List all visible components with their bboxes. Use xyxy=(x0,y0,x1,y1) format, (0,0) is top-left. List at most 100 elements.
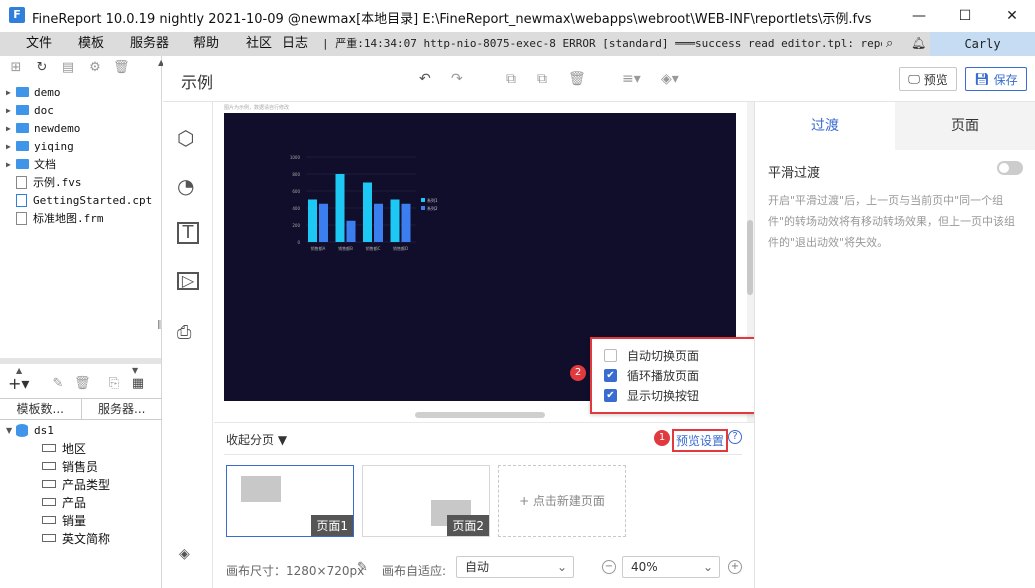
bell-icon[interactable]: 🔔︎ xyxy=(911,36,926,50)
option-loop-play[interactable]: ✔ 循环播放页面 xyxy=(604,366,699,384)
template-icon[interactable]: ▤ xyxy=(60,60,76,76)
zoom-select[interactable]: 40% ⌄ xyxy=(622,556,720,578)
option-show-switch-button[interactable]: ✔ 显示切换按钮 xyxy=(604,386,699,404)
tab-transition[interactable]: 过渡 xyxy=(755,102,895,150)
menu-log[interactable]: 日志 xyxy=(282,32,308,56)
layer-icon[interactable]: ◈▾ xyxy=(661,71,679,87)
inbox-icon[interactable]: ⎙ xyxy=(177,322,191,343)
field-label: 销售员 xyxy=(62,459,99,474)
collapse-icon[interactable]: ▼ xyxy=(6,426,16,435)
window-title: FineReport 10.0.19 nightly 2021-10-09 @n… xyxy=(32,12,872,27)
tree-item[interactable]: ▶ 文档 xyxy=(6,155,56,173)
checkbox-auto-switch[interactable] xyxy=(604,348,617,362)
copy-icon[interactable]: ⧉ xyxy=(506,71,516,87)
expand-icon[interactable]: ▶ xyxy=(6,142,16,151)
tree-item[interactable]: GettingStarted.cpt xyxy=(16,191,152,209)
tree-item-label: yiqing xyxy=(34,139,74,153)
new-folder-icon[interactable]: ⊞ xyxy=(8,60,24,76)
menu-template[interactable]: 模板 xyxy=(78,32,104,56)
menu-help[interactable]: 帮助 xyxy=(193,32,219,56)
search-icon[interactable]: ⌕ xyxy=(886,36,893,51)
bar xyxy=(346,220,356,242)
field-item[interactable]: 英文简称 xyxy=(42,529,110,547)
user-name[interactable]: Carly xyxy=(930,32,1035,56)
cube-icon[interactable]: ⬡ xyxy=(177,126,194,150)
canvas-adapt-select[interactable]: 自动 ⌄ xyxy=(456,556,574,578)
minimize-button[interactable]: — xyxy=(896,0,942,32)
edit-icon[interactable]: ✎ xyxy=(50,376,66,392)
editor-header: 示例 ↶ ↷ ⧉ ⧉ 🗑︎ ≡▾ ◈▾ 🖵︎ 预览 💾︎ 保存 xyxy=(163,56,1035,102)
zoom-out-icon[interactable]: − xyxy=(602,560,616,574)
save-button[interactable]: 💾︎ 保存 xyxy=(965,67,1027,91)
field-item[interactable]: 产品类型 xyxy=(42,475,110,493)
delete-icon[interactable]: 🗑︎ xyxy=(74,376,91,392)
datasource-item[interactable]: ▼ ds1 xyxy=(6,421,54,439)
field-item[interactable]: 销售员 xyxy=(42,457,98,475)
page-thumbnail-2[interactable]: 页面2 xyxy=(362,465,490,537)
field-icon xyxy=(42,480,56,488)
layers-icon[interactable]: ◈ xyxy=(179,546,190,562)
field-item[interactable]: 地区 xyxy=(42,439,86,457)
option-auto-switch[interactable]: 自动切换页面 xyxy=(604,346,699,364)
menu-server[interactable]: 服务器 xyxy=(130,32,169,56)
redo-icon[interactable]: ↷ xyxy=(451,71,463,87)
tree-item[interactable]: 示例.fvs xyxy=(16,173,82,191)
expand-icon[interactable]: ▶ xyxy=(6,88,16,97)
preview-settings-link[interactable]: 预览设置 xyxy=(672,429,729,452)
new-page-button[interactable]: + 点击新建页面 xyxy=(498,465,626,537)
collapse-pages-label: 收起分页 xyxy=(226,433,275,447)
maximize-button[interactable]: ☐ xyxy=(942,0,988,32)
tree-item-label: demo xyxy=(34,85,61,99)
checkbox-loop-play[interactable]: ✔ xyxy=(604,368,617,382)
tree-item[interactable]: ▶ yiqing xyxy=(6,137,74,155)
page-thumbnail-1[interactable]: 页面1 xyxy=(226,465,354,537)
panel-resize-handle[interactable]: ‖ xyxy=(157,320,162,330)
tree-item-label: 文档 xyxy=(34,158,56,171)
settings-icon[interactable]: ⚙ xyxy=(87,60,103,76)
edit-size-icon[interactable]: ✎ xyxy=(357,560,368,575)
undo-icon[interactable]: ↶ xyxy=(419,71,431,87)
folder-icon xyxy=(16,105,29,115)
paste-icon[interactable]: ⧉ xyxy=(537,71,547,87)
folder-icon xyxy=(16,141,29,151)
collapse-down-icon[interactable]: ▼ xyxy=(132,366,138,375)
expand-icon[interactable]: ▶ xyxy=(6,106,16,115)
close-button[interactable]: ✕ xyxy=(989,0,1035,32)
field-item[interactable]: 销量 xyxy=(42,511,86,529)
vertical-scroll-thumb[interactable] xyxy=(747,220,753,295)
preview-button[interactable]: 🖵︎ 预览 xyxy=(899,67,957,91)
pie-chart-icon[interactable]: ◔ xyxy=(177,174,194,198)
tree-item[interactable]: 标准地图.frm xyxy=(16,209,104,227)
help-icon[interactable]: ? xyxy=(728,430,742,444)
delete-icon[interactable]: 🗑︎ xyxy=(568,71,586,87)
tree-item[interactable]: ▶ demo xyxy=(6,83,61,101)
checkbox-show-switch-button[interactable]: ✔ xyxy=(604,388,617,402)
text-widget-icon[interactable]: T xyxy=(177,222,199,244)
menu-community[interactable]: 社区 xyxy=(246,32,272,56)
expand-icon[interactable]: ▶ xyxy=(6,160,16,169)
tree-item[interactable]: ▶ doc xyxy=(6,101,54,119)
refresh-icon[interactable]: ↻ xyxy=(34,60,50,76)
zoom-in-icon[interactable]: + xyxy=(728,560,742,574)
delete-icon[interactable]: 🗑︎ xyxy=(113,60,130,76)
file-icon xyxy=(16,175,27,189)
tab-server-data[interactable]: 服务器... xyxy=(82,399,163,419)
add-datasource-icon[interactable]: +▾ xyxy=(8,376,29,392)
collapse-pages-toggle[interactable]: 收起分页 ▼ xyxy=(226,431,287,448)
preview-data-icon[interactable]: ⎘ xyxy=(106,376,122,392)
y-tick-label: 400 xyxy=(292,206,300,211)
align-icon[interactable]: ≡▾ xyxy=(622,71,641,87)
field-item[interactable]: 产品 xyxy=(42,493,86,511)
smooth-transition-toggle[interactable] xyxy=(997,161,1023,175)
horizontal-scrollbar[interactable] xyxy=(0,358,161,364)
menu-file[interactable]: 文件 xyxy=(26,32,52,56)
horizontal-scroll-thumb[interactable] xyxy=(415,412,545,418)
tree-item[interactable]: ▶ newdemo xyxy=(6,119,80,137)
expand-icon[interactable]: ▶ xyxy=(6,124,16,133)
tab-page[interactable]: 页面 xyxy=(895,102,1035,150)
save-icon: 💾︎ xyxy=(974,72,990,86)
video-widget-icon[interactable]: ▷ xyxy=(177,272,199,290)
tab-template-data[interactable]: 模板数... xyxy=(0,399,82,419)
bar xyxy=(374,203,383,242)
dataset-icon[interactable]: ▦ xyxy=(130,376,146,392)
